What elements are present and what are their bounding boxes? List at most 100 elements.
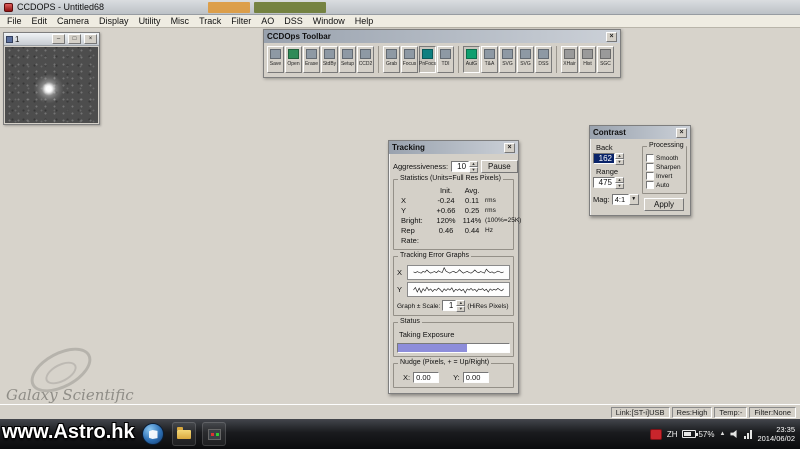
system-tray: ZH 57% ▲ 23:35 2014/06/02 (650, 419, 797, 449)
menu-display[interactable]: Display (94, 16, 134, 26)
back-spinner[interactable]: 162 ▲ ▼ (593, 153, 639, 165)
autg-icon (466, 49, 477, 59)
contrast-dialog[interactable]: Contrast × Back 162 ▲ ▼ Range 475 (589, 125, 691, 216)
close-icon[interactable]: × (504, 143, 515, 153)
menu-edit[interactable]: Edit (27, 16, 53, 26)
toolbar-titlebar[interactable]: CCDOps Toolbar × (264, 30, 620, 43)
menu-utility[interactable]: Utility (134, 16, 166, 26)
toolbar-button-dss[interactable]: DSS (535, 46, 552, 73)
toolbar-button-svg[interactable]: SVG (499, 46, 516, 73)
image-window[interactable]: 1 – □ × (3, 32, 100, 125)
menu-filter[interactable]: Filter (226, 16, 256, 26)
mag-value[interactable]: 4:1 (612, 194, 629, 205)
show-hidden-icons[interactable]: ▲ (720, 431, 726, 437)
menu-file[interactable]: File (2, 16, 27, 26)
spin-down-icon[interactable]: ▼ (615, 159, 624, 165)
battery-indicator[interactable]: 57% (682, 430, 714, 439)
taskbar: www.Astro.hk ZH 57% ▲ 23:35 2014/06/02 (0, 419, 800, 449)
tracking-dialog[interactable]: Tracking × Aggressiveness: 10 ▲ ▼ Pause (388, 140, 519, 394)
chevron-down-icon[interactable]: ▼ (629, 194, 639, 205)
aggressiveness-spinner[interactable]: 10 ▲ ▼ (451, 161, 478, 173)
toolbar-button-stdby[interactable]: StdBy (321, 46, 338, 73)
checkbox-label: Invert (656, 173, 672, 180)
maximize-icon[interactable]: □ (68, 34, 81, 44)
clock[interactable]: 23:35 2014/06/02 (757, 425, 797, 443)
spin-down-icon[interactable]: ▼ (615, 183, 624, 189)
tray-alert-icon[interactable] (650, 429, 662, 440)
tracking-titlebar[interactable]: Tracking × (389, 141, 518, 154)
menu-camera[interactable]: Camera (52, 16, 94, 26)
toolbar-button-save[interactable]: Save (267, 46, 284, 73)
aggressiveness-value[interactable]: 10 (451, 161, 469, 172)
back-value[interactable]: 162 (593, 153, 615, 164)
checkbox-sharpen[interactable]: Sharpen (646, 163, 683, 171)
pause-button[interactable]: Pause (481, 160, 518, 173)
close-icon[interactable]: × (84, 34, 97, 44)
nudge-x-input[interactable]: 0.00 (413, 372, 439, 383)
toolbar-button-label: XHair (563, 61, 576, 67)
grab-icon (386, 49, 397, 59)
checkbox-box-icon[interactable] (646, 154, 654, 162)
close-icon[interactable]: × (676, 128, 687, 138)
toolbar-button-pnfocs[interactable]: PnFocs (419, 46, 436, 73)
minimize-icon[interactable]: – (52, 34, 65, 44)
taskbar-item-folder[interactable] (172, 422, 196, 446)
clock-date: 2014/06/02 (757, 434, 795, 443)
toolbar-button-grab[interactable]: Grab (383, 46, 400, 73)
toolbar-button-erase[interactable]: Erase (303, 46, 320, 73)
range-value[interactable]: 475 (593, 177, 615, 188)
close-icon[interactable]: × (606, 32, 617, 42)
contrast-title: Contrast (593, 128, 626, 137)
graph-scale-unit: (HiRes Pixels) (467, 303, 508, 310)
graph-scale-spinner[interactable]: 1 ▲ ▼ (442, 300, 465, 312)
toolbar-button-hist[interactable]: Hist (579, 46, 596, 73)
toolbar-button-ta[interactable]: T&A (481, 46, 498, 73)
toolbar-button-tdi[interactable]: TDI (437, 46, 454, 73)
network-icon[interactable] (744, 430, 752, 439)
checkbox-box-icon[interactable] (646, 172, 654, 180)
start-button[interactable] (142, 423, 164, 445)
checkbox-invert[interactable]: Invert (646, 172, 683, 180)
checkbox-auto[interactable]: Auto (646, 181, 683, 189)
checkbox-box-icon[interactable] (646, 163, 654, 171)
sgc-icon (600, 49, 611, 59)
ccd2-icon (360, 49, 371, 59)
mag-select[interactable]: 4:1 ▼ (612, 194, 639, 205)
toolbar-button-focus[interactable]: Focus (401, 46, 418, 73)
toolbar-button-svg[interactable]: SVG (517, 46, 534, 73)
nudge-y-input[interactable]: 0.00 (463, 372, 489, 383)
menu-misc[interactable]: Misc (166, 16, 195, 26)
toolbar-button-autg[interactable]: AutG (463, 46, 480, 73)
menu-ao[interactable]: AO (256, 16, 279, 26)
star-image[interactable] (5, 47, 98, 123)
volume-icon[interactable] (730, 430, 739, 439)
folder-icon (177, 430, 191, 439)
spin-down-icon[interactable]: ▼ (456, 306, 465, 312)
toolbar-button-setup[interactable]: Setup (339, 46, 356, 73)
menu-track[interactable]: Track (194, 16, 226, 26)
menu-window[interactable]: Window (308, 16, 350, 26)
svg-icon (520, 49, 531, 59)
ccdops-toolbar-window[interactable]: CCDOps Toolbar × SaveOpenEraseStdBySetup… (263, 29, 621, 78)
checkbox-smooth[interactable]: Smooth (646, 154, 683, 162)
menu-help[interactable]: Help (350, 16, 379, 26)
toolbar-button-label: CCD2 (359, 61, 373, 67)
checkbox-box-icon[interactable] (646, 181, 654, 189)
apply-button[interactable]: Apply (644, 198, 684, 211)
ta-icon (484, 49, 495, 59)
stat-row-bright: Bright:120%114%(100%=25K) (397, 216, 510, 226)
app-title: CCDOPS - Untitled68 (17, 2, 104, 12)
toolbar-button-sgc[interactable]: SGC (597, 46, 614, 73)
image-window-titlebar[interactable]: 1 – □ × (4, 33, 99, 46)
contrast-titlebar[interactable]: Contrast × (590, 126, 690, 139)
graph-scale-value[interactable]: 1 (442, 300, 456, 311)
spin-down-icon[interactable]: ▼ (469, 167, 478, 173)
taskbar-item-ccdops[interactable] (202, 422, 226, 446)
menu-dss[interactable]: DSS (279, 16, 308, 26)
toolbar-button-open[interactable]: Open (285, 46, 302, 73)
toolbar-button-ccd2[interactable]: CCD2 (357, 46, 374, 73)
processing-legend: Processing (647, 142, 686, 149)
range-spinner[interactable]: 475 ▲ ▼ (593, 177, 639, 189)
language-indicator[interactable]: ZH (667, 430, 678, 439)
toolbar-button-xhair[interactable]: XHair (561, 46, 578, 73)
